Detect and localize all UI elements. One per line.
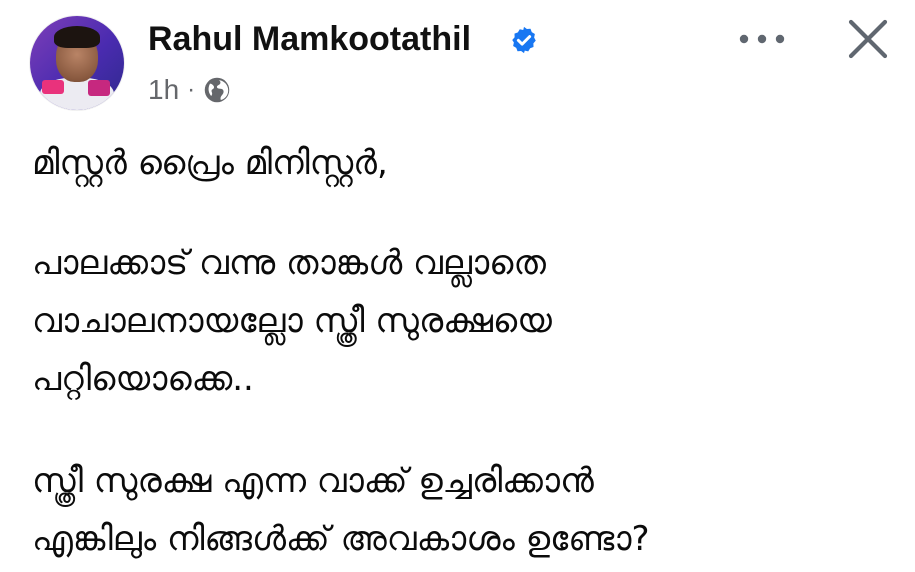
author-avatar[interactable]: [30, 16, 124, 110]
globe-icon[interactable]: [203, 76, 231, 104]
author-name[interactable]: Rahul Mamkootathil: [148, 18, 471, 60]
post-header: Rahul Mamkootathil 1h ·: [0, 0, 915, 120]
close-icon: [848, 19, 888, 59]
post-meta: 1h ·: [148, 72, 231, 108]
post-line: സ്ത്രീ സുരക്ഷ എന്ന വാക്ക് ഉച്ചരിക്കാൻ: [32, 461, 594, 501]
meta-separator: ·: [187, 76, 196, 103]
post-line: എങ്കിലും നിങ്ങൾക്ക് അവകാശം ഉണ്ടോ?: [32, 519, 650, 559]
post-line: പാലക്കാട് വന്നു താങ്കൾ വല്ലാതെ: [32, 243, 546, 283]
more-dots-icon: [739, 34, 785, 44]
verified-badge-icon: [512, 26, 536, 54]
post-line: വാചാലനായല്ലോ സ്ത്രീ സുരക്ഷയെ: [32, 301, 552, 341]
close-button[interactable]: [838, 10, 898, 68]
avatar-badge: [42, 80, 64, 94]
avatar-badge-secondary: [88, 80, 110, 96]
post-line: മിസ്റ്റർ പ്രൈം മിനിസ്റ്റർ,: [32, 143, 388, 183]
avatar-hair: [54, 26, 100, 48]
more-options-button[interactable]: [732, 18, 792, 60]
post-time[interactable]: 1h: [148, 74, 179, 106]
post-line: പറ്റിയൊക്കെ..: [32, 359, 254, 399]
